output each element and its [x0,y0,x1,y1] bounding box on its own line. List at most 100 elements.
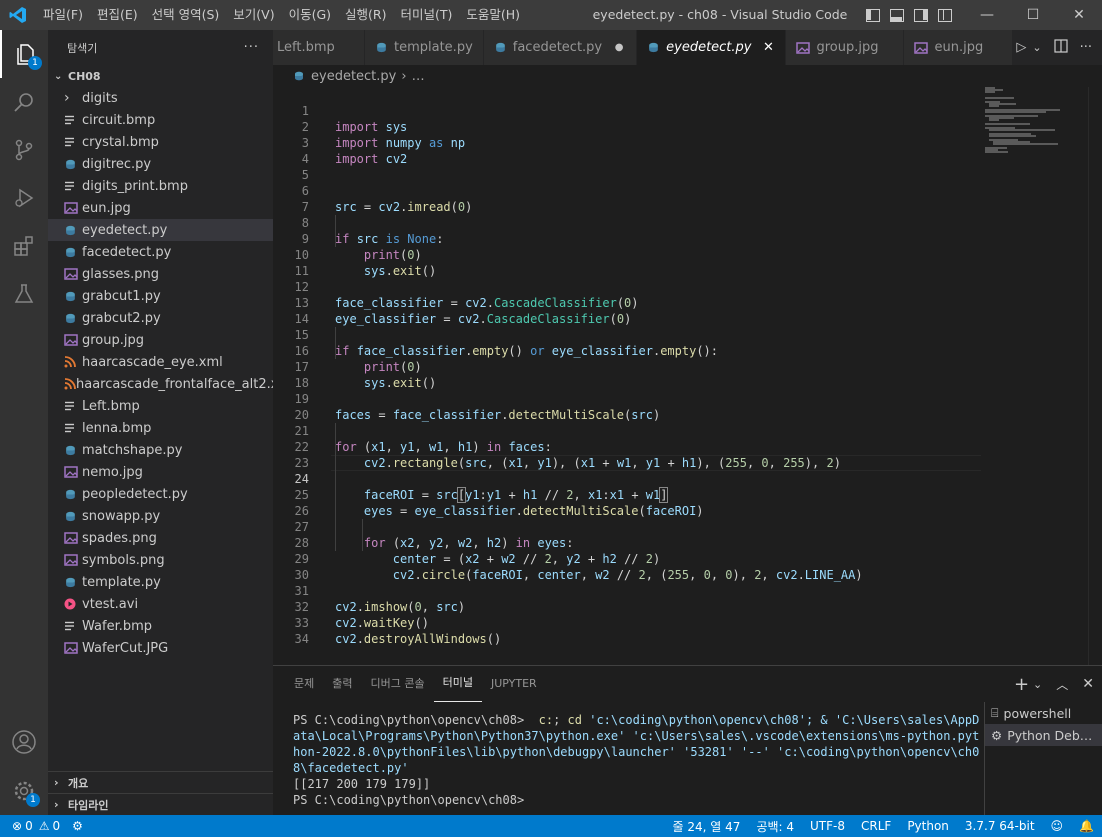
editor-tab[interactable]: facedetect.py ● [484,30,637,65]
file-item[interactable]: Wafer.bmp [48,615,273,637]
editor-tab[interactable]: template.py [365,30,484,65]
image-icon [796,42,810,54]
file-item[interactable]: digitrec.py [48,153,273,175]
terminal-output[interactable]: PS C:\coding\python\opencv\ch08> c:; cd … [293,712,963,808]
menu-item[interactable]: 이동(G) [282,0,338,30]
timeline-section[interactable]: › 타임라인 [48,793,273,815]
file-item[interactable]: haarcascade_eye.xml [48,351,273,373]
file-item[interactable]: lenna.bmp [48,417,273,439]
file-item[interactable]: peopledetect.py [48,483,273,505]
menu-item[interactable]: 터미널(T) [394,0,460,30]
panel-tab[interactable]: JUPYTER [482,666,546,702]
editor-tab[interactable]: Left.bmp [273,30,365,65]
cursor-position[interactable]: 줄 24, 열 47 [673,818,741,835]
panel-tab[interactable]: 터미널 [434,666,482,702]
problems-status[interactable]: ⊗ 0 ⚠ 0 [12,819,60,833]
encoding[interactable]: UTF-8 [810,819,845,833]
terminal-instance[interactable]: ⚙ Python Deb… [985,724,1102,746]
explorer-sidebar: 탐색기 ··· ⌄ CH08 › digits circuit.bmp crys… [48,30,273,815]
minimap[interactable] [985,87,1085,157]
minimize-button[interactable]: — [964,0,1010,30]
maximize-panel-icon[interactable]: ︿ [1056,676,1068,693]
file-item[interactable]: facedetect.py [48,241,273,263]
terminal-instance[interactable]: ⌸ powershell [985,702,1102,724]
menu-item[interactable]: 파일(F) [36,0,90,30]
file-item[interactable]: matchshape.py [48,439,273,461]
file-item[interactable]: symbols.png [48,549,273,571]
menu-item[interactable]: 도움말(H) [459,0,527,30]
file-item[interactable]: snowapp.py [48,505,273,527]
file-item[interactable]: grabcut1.py [48,285,273,307]
manage-activity[interactable]: 1 [0,767,48,815]
panel-tab[interactable]: 디버그 콘솔 [362,666,434,702]
menu-item[interactable]: 실행(R) [338,0,393,30]
file-item[interactable]: group.jpg [48,329,273,351]
python-interpreter[interactable]: 3.7.7 64-bit [965,819,1035,833]
image-icon [64,532,82,544]
file-item[interactable]: nemo.jpg [48,461,273,483]
chevron-down-icon[interactable]: ⌄ [1030,41,1047,54]
menu-item[interactable]: 편집(E) [90,0,145,30]
run-python-file-icon[interactable]: ▷ [1012,40,1030,55]
chevron-down-icon[interactable]: ⌄ [1033,678,1042,691]
accounts-activity[interactable] [0,718,48,766]
notifications-icon[interactable]: 🔔 [1079,819,1094,833]
file-item[interactable]: spades.png [48,527,273,549]
menu-item[interactable]: 선택 영역(S) [145,0,227,30]
tab-label: facedetect.py [513,40,602,55]
run-debug-status-icon[interactable]: ⚙ [72,819,83,833]
panel-tab[interactable]: 문제 [285,666,323,702]
feedback-icon[interactable]: ☺ [1051,819,1064,833]
unsaved-dot-icon[interactable]: ● [612,42,626,53]
maximize-button[interactable]: ☐ [1010,0,1056,30]
source-control-activity[interactable] [0,126,48,174]
file-item[interactable]: eun.jpg [48,197,273,219]
more-actions-icon[interactable]: ··· [244,40,259,55]
editor-tab[interactable]: eun.jpg [904,30,1022,65]
search-activity[interactable] [0,78,48,126]
file-item[interactable]: template.py [48,571,273,593]
file-item[interactable]: haarcascade_frontalface_alt2.xml [48,373,273,395]
code-line: 2 import numpy as np [273,103,982,119]
extensions-activity[interactable] [0,222,48,270]
editor-tab[interactable]: eyedetect.py ✕ [637,30,786,65]
explorer-activity[interactable]: 1 [0,30,48,78]
file-item[interactable]: glasses.png [48,263,273,285]
outline-section[interactable]: › 개요 [48,771,273,793]
split-editor-icon[interactable] [1048,39,1074,57]
more-actions-icon[interactable]: ··· [1074,40,1102,55]
customize-layout-icon[interactable] [938,9,952,22]
indentation[interactable]: 공백: 4 [756,818,794,835]
file-item[interactable]: Left.bmp [48,395,273,417]
menu-item[interactable]: 보기(V) [226,0,281,30]
file-item[interactable]: eyedetect.py [48,219,273,241]
testing-activity[interactable] [0,270,48,318]
language-mode[interactable]: Python [907,819,949,833]
file-item[interactable]: WaferCut.JPG [48,637,273,659]
close-tab-icon[interactable]: ✕ [761,40,775,55]
file-item[interactable]: crystal.bmp [48,131,273,153]
panel-tab[interactable]: 출력 [323,666,361,702]
close-panel-icon[interactable]: ✕ [1082,676,1094,692]
editor-scrollbar[interactable] [1088,87,1102,665]
image-icon [64,466,82,478]
close-window-button[interactable]: ✕ [1056,0,1102,30]
file-item[interactable]: › digits [48,87,273,109]
new-terminal-icon[interactable]: + [1014,674,1029,695]
file-item[interactable]: digits_print.bmp [48,175,273,197]
breadcrumb-file[interactable]: eyedetect.py [311,69,396,84]
breadcrumb-symbol[interactable]: … [412,69,425,84]
terminal-line: PS C:\coding\python\opencv\ch08> c:; cd … [293,712,963,728]
folder-header[interactable]: ⌄ CH08 [48,65,273,87]
toggle-panel-icon[interactable] [890,9,904,22]
code-editor[interactable]: 1 import sys 2 import numpy as np 3 impo… [273,87,1102,665]
flask-icon [12,282,36,306]
file-item[interactable]: vtest.avi [48,593,273,615]
toggle-primary-sidebar-icon[interactable] [866,9,880,22]
end-of-line[interactable]: CRLF [861,819,891,833]
editor-tab[interactable]: group.jpg [786,30,904,65]
run-debug-activity[interactable] [0,174,48,222]
file-item[interactable]: grabcut2.py [48,307,273,329]
file-item[interactable]: circuit.bmp [48,109,273,131]
toggle-secondary-sidebar-icon[interactable] [914,9,928,22]
